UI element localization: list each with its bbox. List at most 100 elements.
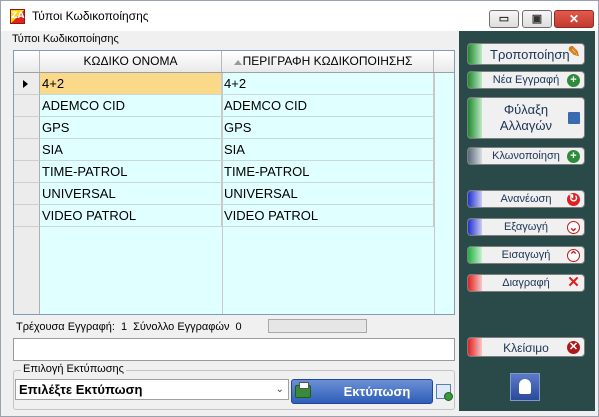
delete-label: Διαγραφή [502,277,550,289]
table-row[interactable]: GPS GPS [14,117,454,139]
new-record-label: Νέα Εγγραφή [492,74,560,86]
print-button[interactable]: Εκτύπωση [291,379,433,404]
row-header[interactable] [14,117,40,139]
cell-code-name[interactable]: VIDEO PATROL [40,205,222,227]
button-accent [468,191,482,207]
row-header[interactable] [14,205,40,227]
button-accent [468,44,482,64]
record-status: Τρέχουσα Εγγραφή: 1 Σύνολλο Εγγραφών 0 [16,321,248,333]
table-row[interactable]: UNIVERSAL UNIVERSAL [14,183,454,205]
close-button[interactable]: Κλείσιμο ✕ [467,337,585,357]
close-circle-icon: ✕ [567,341,580,354]
arrow-up-icon: ⌃ [567,249,580,262]
import-button[interactable]: Εισαγωγή ⌃ [467,246,585,264]
actions-panel: Τροποποίηση ✎ Νέα Εγγραφή + Φύλαξη Αλλαγ… [459,31,595,411]
import-label: Εισαγωγή [501,249,551,261]
column-header-label: ΠΕΡΙΓΡΑΦΗ ΚΩΔΙΚΟΠΟΙΗΣΗΣ [242,54,413,68]
maximize-button[interactable]: ▣ [522,10,552,28]
plus-icon: + [567,74,580,87]
app-icon: ZA [10,9,25,24]
button-accent [468,148,482,164]
row-header[interactable] [14,73,40,95]
print-select[interactable]: Επιλέξτε Εκτύπωση ⌄ [15,379,289,400]
export-button[interactable]: Εξαγωγή ⌄ [467,218,585,236]
title-bar[interactable]: ZA Τύποι Κωδικοποίησης ▭ ▣ ✕ [1,1,598,31]
row-header[interactable] [14,161,40,183]
table-row[interactable]: TIME-PATROL TIME-PATROL [14,161,454,183]
grid-header: ΚΩΔΙΚΟ ΟΝΟΜΑ ΠΕΡΙΓΡΑΦΗ ΚΩΔΙΚΟΠΟΙΗΣΗΣ [14,51,454,73]
delete-button[interactable]: Διαγραφή ✕ [467,274,585,292]
table-row[interactable]: ADEMCO CID ADEMCO CID [14,95,454,117]
refresh-icon: ↻ [567,193,580,206]
floppy-disk-icon [568,112,580,124]
current-row-icon [23,80,28,88]
row-header[interactable] [14,183,40,205]
chevron-down-icon[interactable]: ⌄ [276,385,284,395]
column-header-code-name[interactable]: ΚΩΔΙΚΟ ΟΝΟΜΑ [40,51,242,72]
current-record-value: 1 [120,321,128,333]
total-records-value: 0 [235,321,242,333]
cell-code-name[interactable]: UNIVERSAL [40,183,222,205]
column-header-description[interactable]: ΠΕΡΙΓΡΑΦΗ ΚΩΔΙΚΟΠΟΙΗΣΗΣ [222,51,434,72]
pencil-icon: ✎ [567,44,581,61]
clone-label: Κλωνοποίηση [492,150,560,162]
export-label: Εξαγωγή [503,221,549,233]
modify-button[interactable]: Τροποποίηση ✎ [467,43,585,65]
current-record-label: Τρέχουσα Εγγραφή: [16,321,115,333]
cell-description[interactable]: GPS [222,117,434,139]
button-accent [468,219,482,235]
progress-bar [268,319,367,333]
group-label: Τύποι Κωδικοποίησης [12,33,119,45]
save-label-line1: Φύλαξη [503,102,549,117]
cell-description[interactable]: VIDEO PATROL [222,205,434,227]
maximize-icon: ▣ [531,13,543,25]
close-label: Κλείσιμο [503,341,549,355]
cell-code-name[interactable]: 4+2 [40,73,222,95]
row-header-corner [14,51,40,72]
print-button-label: Εκτύπωση [343,384,411,399]
print-group-label: Επιλογή Εκτύπωσης [21,363,126,375]
cell-code-name[interactable]: SIA [40,139,222,161]
total-records-label: Σύνολλο Εγγραφών [133,321,230,333]
row-header[interactable] [14,95,40,117]
button-accent [468,275,482,291]
table-row[interactable]: 4+2 4+2 [14,73,454,95]
cell-code-name[interactable]: TIME-PATROL [40,161,222,183]
print-settings-icon[interactable] [436,384,453,401]
data-grid[interactable]: ΚΩΔΙΚΟ ΟΝΟΜΑ ΠΕΡΙΓΡΑΦΗ ΚΩΔΙΚΟΠΟΙΗΣΗΣ 4+2… [13,50,455,315]
ghost-shape [519,379,531,394]
save-changes-button[interactable]: Φύλαξη Αλλαγών [467,97,585,139]
window-title: Τύποι Κωδικοποίησης [32,9,149,23]
table-row[interactable]: SIA SIA [14,139,454,161]
minimize-button[interactable]: ▭ [489,10,519,28]
printer-icon [295,382,311,398]
column-header-label: ΚΩΔΙΚΟ ΟΝΟΜΑ [83,54,178,68]
arrow-down-icon: ⌄ [567,221,580,234]
refresh-button[interactable]: Ανανέωση ↻ [467,190,585,208]
refresh-label: Ανανέωση [500,193,552,205]
clone-button[interactable]: Κλωνοποίηση + [467,147,585,165]
cell-description[interactable]: TIME-PATROL [222,161,434,183]
modify-label: Τροποποίηση [490,47,570,62]
cell-description[interactable]: SIA [222,139,434,161]
memo-field[interactable] [13,338,455,361]
ghost-icon[interactable] [510,373,540,401]
button-accent [468,98,482,138]
button-accent [468,72,482,88]
x-mark-icon: ✕ [567,274,580,291]
table-row[interactable]: VIDEO PATROL VIDEO PATROL [14,205,454,227]
cell-code-name[interactable]: GPS [40,117,222,139]
close-icon: ✕ [568,12,580,26]
cell-description[interactable]: 4+2 [222,73,434,95]
new-record-button[interactable]: Νέα Εγγραφή + [467,71,585,89]
row-header[interactable] [14,139,40,161]
cell-description[interactable]: UNIVERSAL [222,183,434,205]
print-select-value: Επιλέξτε Εκτύπωση [19,382,143,397]
cell-description[interactable]: ADEMCO CID [222,95,434,117]
plus-icon: + [567,150,580,163]
close-window-button[interactable]: ✕ [554,10,594,28]
cell-code-name[interactable]: ADEMCO CID [40,95,222,117]
main-window: ZA Τύποι Κωδικοποίησης ▭ ▣ ✕ Τύποι Κωδικ… [0,0,599,417]
button-accent [468,247,482,263]
button-accent [468,338,482,356]
